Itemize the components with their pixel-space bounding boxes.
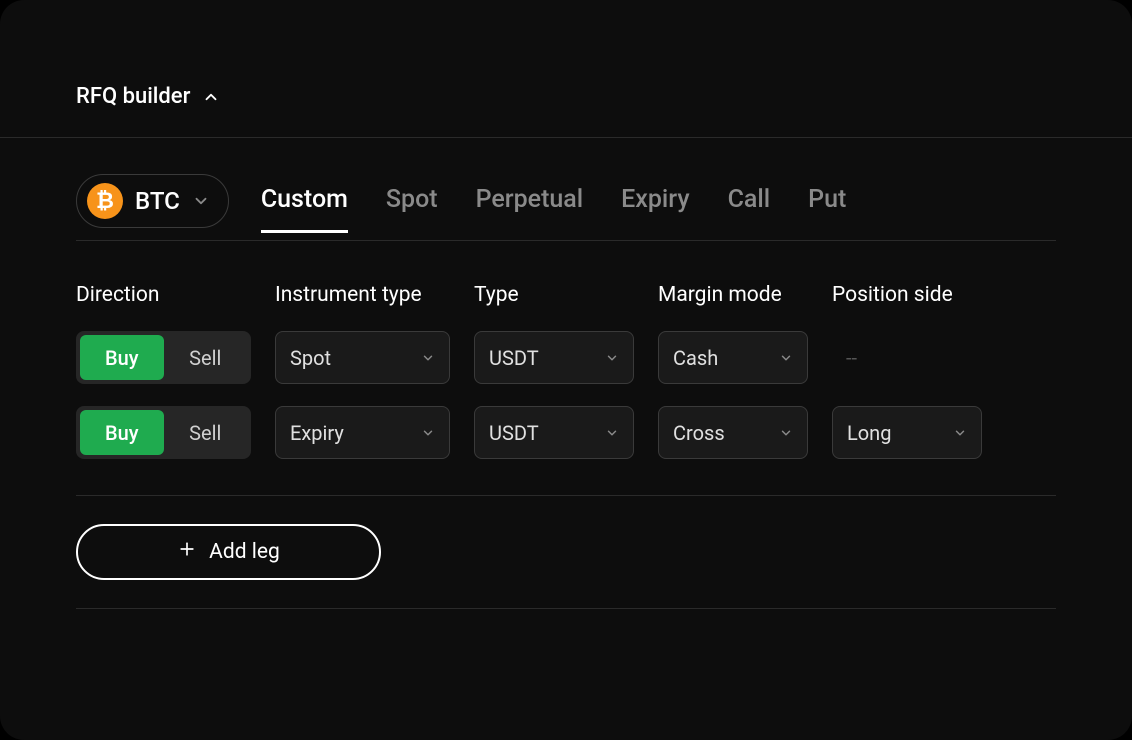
col-header-direction: Direction <box>76 283 251 307</box>
col-header-type: Type <box>474 283 634 307</box>
plus-icon <box>177 539 197 565</box>
position-side-empty: -- <box>832 346 982 370</box>
instrument-type-value: Spot <box>290 346 331 370</box>
type-value: USDT <box>489 421 539 445</box>
add-leg-button[interactable]: Add leg <box>76 524 381 580</box>
panel-header: RFQ builder <box>0 0 1132 138</box>
direction-toggle: Buy Sell <box>76 406 251 459</box>
buy-button[interactable]: Buy <box>80 335 164 380</box>
col-header-instrument: Instrument type <box>275 283 450 307</box>
margin-mode-value: Cash <box>673 346 718 370</box>
chevron-down-icon <box>779 351 793 365</box>
position-side-select[interactable]: Long <box>832 406 982 459</box>
add-leg-section: Add leg <box>76 496 1056 609</box>
tab-expiry[interactable]: Expiry <box>621 185 689 233</box>
tab-put[interactable]: Put <box>808 185 846 233</box>
instrument-type-value: Expiry <box>290 421 344 445</box>
sell-button[interactable]: Sell <box>164 335 248 380</box>
legs-container: Buy Sell Spot USDT Cash <box>76 331 1056 496</box>
panel-content: ₿ BTC Custom Spot Perpetual Expiry Call … <box>0 138 1132 609</box>
margin-mode-select[interactable]: Cash <box>658 331 808 384</box>
chevron-down-icon <box>421 426 435 440</box>
col-header-margin: Margin mode <box>658 283 808 307</box>
tab-spot[interactable]: Spot <box>386 185 438 233</box>
bitcoin-icon: ₿ <box>87 183 123 219</box>
tab-call[interactable]: Call <box>728 185 771 233</box>
tab-custom[interactable]: Custom <box>261 185 348 233</box>
tabs: Custom Spot Perpetual Expiry Call Put <box>261 175 847 239</box>
leg-row: Buy Sell Spot USDT Cash <box>76 331 1056 384</box>
chevron-down-icon <box>421 351 435 365</box>
chevron-down-icon <box>192 192 210 210</box>
leg-row: Buy Sell Expiry USDT Cross <box>76 406 1056 459</box>
direction-toggle: Buy Sell <box>76 331 251 384</box>
panel-title: RFQ builder <box>76 84 190 109</box>
tab-perpetual[interactable]: Perpetual <box>476 185 584 233</box>
chevron-down-icon <box>953 426 967 440</box>
columns-header: Direction Instrument type Type Margin mo… <box>76 283 1056 307</box>
bitcoin-glyph: ₿ <box>96 188 114 214</box>
chevron-down-icon <box>779 426 793 440</box>
margin-mode-select[interactable]: Cross <box>658 406 808 459</box>
top-row: ₿ BTC Custom Spot Perpetual Expiry Call … <box>76 174 1056 241</box>
chevron-up-icon[interactable] <box>202 88 220 106</box>
col-header-position: Position side <box>832 283 982 307</box>
chevron-down-icon <box>605 426 619 440</box>
type-value: USDT <box>489 346 539 370</box>
buy-button[interactable]: Buy <box>80 410 164 455</box>
type-select[interactable]: USDT <box>474 406 634 459</box>
instrument-type-select[interactable]: Spot <box>275 331 450 384</box>
rfq-builder-panel: RFQ builder ₿ BTC Custom Spot Perpetual … <box>0 0 1132 740</box>
chevron-down-icon <box>605 351 619 365</box>
type-select[interactable]: USDT <box>474 331 634 384</box>
asset-selector[interactable]: ₿ BTC <box>76 174 229 228</box>
sell-button[interactable]: Sell <box>164 410 248 455</box>
instrument-type-select[interactable]: Expiry <box>275 406 450 459</box>
asset-symbol: BTC <box>135 187 180 215</box>
margin-mode-value: Cross <box>673 421 725 445</box>
add-leg-label: Add leg <box>209 540 280 564</box>
position-side-value: Long <box>847 421 891 445</box>
